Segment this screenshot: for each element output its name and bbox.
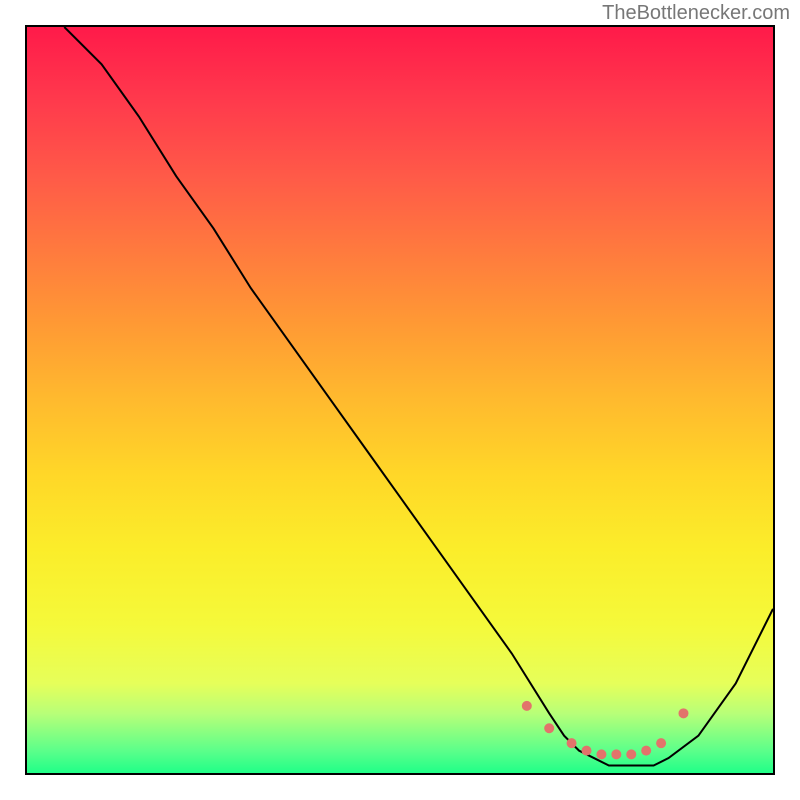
optimal-dot [626, 749, 636, 759]
bottleneck-curve [27, 27, 773, 773]
optimal-dot [582, 746, 592, 756]
optimal-dot [678, 708, 688, 718]
optimal-dot [611, 749, 621, 759]
chart-plot-area [25, 25, 775, 775]
attribution-text: TheBottlenecker.com [602, 2, 790, 25]
optimal-dot [567, 738, 577, 748]
optimal-dot [596, 749, 606, 759]
optimal-dot [641, 746, 651, 756]
optimal-dot [544, 723, 554, 733]
optimal-dot [522, 701, 532, 711]
optimal-dot [656, 738, 666, 748]
